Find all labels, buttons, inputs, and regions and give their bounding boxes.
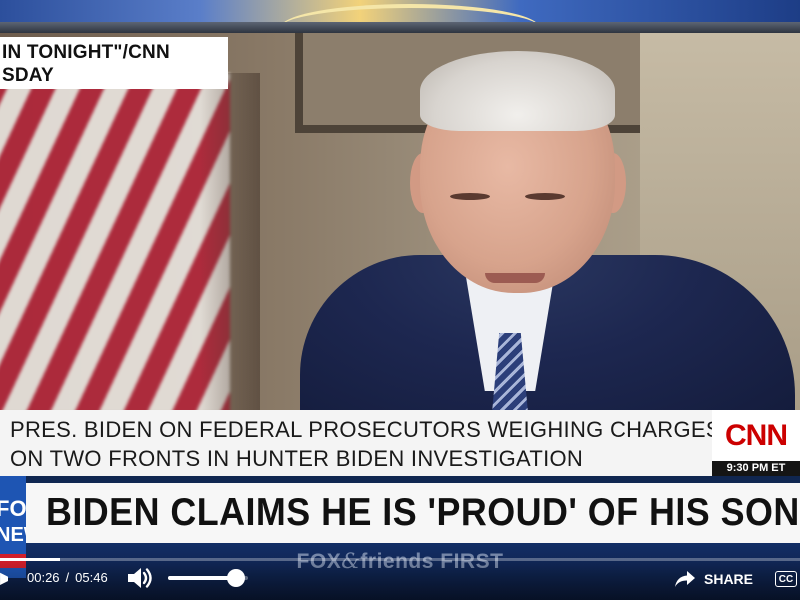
play-icon[interactable]: ▶	[0, 566, 8, 592]
source-caption-line1: IN TONIGHT"/CNN	[2, 42, 170, 63]
share-button[interactable]: SHARE	[674, 565, 753, 593]
cnn-caption-line2: ON TWO FRONTS IN HUNTER BIDEN INVESTIGAT…	[10, 446, 584, 471]
source-caption: IN TONIGHT"/CNN SDAY	[0, 37, 228, 89]
person-eye-left	[450, 193, 490, 200]
current-time: 00:26	[27, 570, 60, 585]
progress-fill	[0, 558, 60, 561]
fox-headline-bar: BIDEN CLAIMS HE IS 'PROUD' OF HIS SON HU…	[26, 483, 800, 543]
flag-shadow	[200, 73, 260, 410]
cnn-caption-line1: PRES. BIDEN ON FEDERAL PROSECUTORS WEIGH…	[10, 417, 721, 442]
closed-captions-button[interactable]: CC	[775, 571, 797, 587]
fox-logo-line2: NEWS	[0, 524, 26, 546]
volume-fill	[168, 576, 236, 580]
person-eye-right	[525, 193, 565, 200]
player-controls: ▶ 00:26 / 05:46 SHARE CC	[0, 558, 800, 600]
volume-knob[interactable]	[227, 569, 245, 587]
speaker-icon[interactable]	[126, 566, 154, 590]
video-player[interactable]: IN TONIGHT"/CNN SDAY PRES. BIDEN ON FEDE…	[0, 0, 800, 600]
time-display: 00:26 / 05:46	[27, 565, 108, 591]
source-caption-line2: SDAY	[2, 65, 54, 86]
progress-bar[interactable]	[0, 558, 800, 561]
time-separator: /	[65, 570, 70, 585]
share-arrow-icon	[675, 571, 695, 587]
share-label: SHARE	[704, 571, 754, 587]
volume-slider[interactable]	[168, 569, 250, 587]
person-mouth	[485, 273, 545, 283]
fox-headline-text: BIDEN CLAIMS HE IS 'PROUD' OF HIS SON HU…	[46, 491, 800, 534]
cnn-logo-text: CNN	[725, 418, 788, 452]
fox-logo-line1: FOX	[0, 496, 26, 521]
cnn-time-badge: 9:30 PM ET	[712, 461, 800, 476]
cnn-logo: CNN	[712, 410, 800, 461]
cnn-lower-third: PRES. BIDEN ON FEDERAL PROSECUTORS WEIGH…	[0, 410, 800, 476]
cnn-lower-third-text: PRES. BIDEN ON FEDERAL PROSECUTORS WEIGH…	[10, 415, 721, 473]
american-flag	[0, 73, 230, 410]
duration: 05:46	[75, 570, 108, 585]
person-hair	[420, 51, 615, 131]
video-frame	[0, 33, 800, 410]
